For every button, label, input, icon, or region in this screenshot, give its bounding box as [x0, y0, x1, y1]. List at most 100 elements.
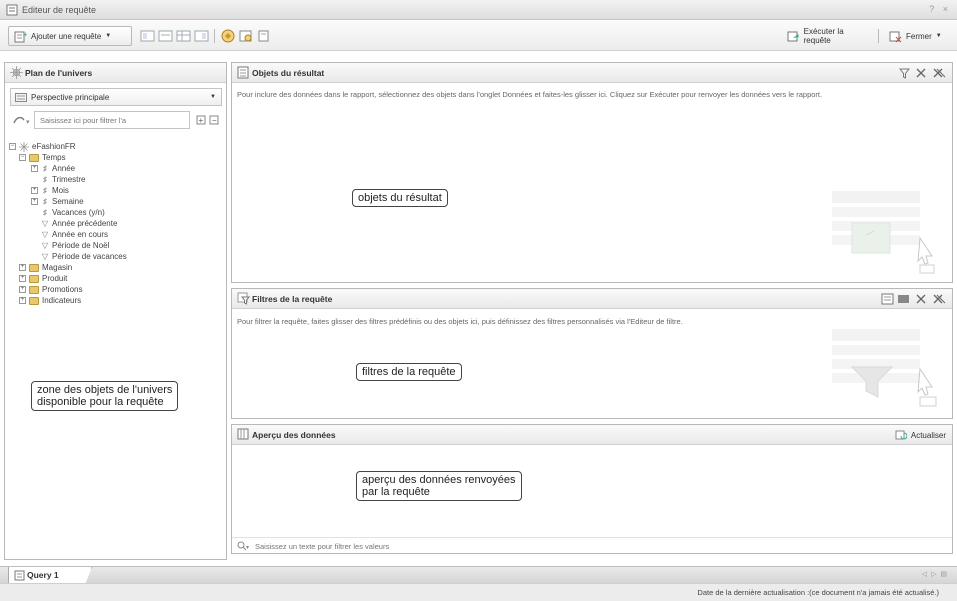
universe-filter-input[interactable] — [34, 111, 190, 129]
tree-item-annee[interactable]: + ♯ Année — [31, 163, 75, 174]
expand-toggle-icon[interactable]: + — [19, 264, 26, 271]
data-preview-panel: Aperçu des données Actualiser aperçu des… — [231, 424, 953, 554]
query-properties-icon[interactable] — [158, 28, 174, 44]
filter-options-icon[interactable]: ▾ — [12, 114, 32, 126]
query-filters-icon — [237, 292, 250, 305]
collapse-toggle-icon[interactable]: − — [19, 154, 26, 161]
universe-icon — [19, 141, 29, 152]
add-query-icon: + — [14, 30, 27, 42]
tree-item-semaine[interactable]: + ♯ Semaine — [31, 196, 84, 207]
svg-text:+: + — [23, 30, 27, 39]
tree-item-periode-vacances[interactable]: ▽ Période de vacances — [41, 251, 127, 262]
filters-panel-title: Filtres de la requête — [252, 294, 333, 304]
filter-drop-illustration — [832, 329, 937, 407]
filter-icon: ▽ — [41, 229, 49, 239]
dimension-icon: ♯ — [43, 185, 47, 195]
window-title: Editeur de requête — [22, 5, 97, 15]
folder-icon — [29, 263, 39, 272]
expand-toggle-icon[interactable]: + — [19, 286, 26, 293]
preview-panel-title: Aperçu des données — [252, 430, 336, 440]
tree-item-trimestre[interactable]: ♯ Trimestre — [41, 174, 85, 185]
query-settings-icon[interactable] — [238, 28, 254, 44]
view-script-icon[interactable] — [256, 28, 272, 44]
folder-icon — [29, 296, 39, 305]
add-query-button[interactable]: + Ajouter une requête ▼ — [8, 26, 132, 46]
tree-item-efashionfr[interactable]: − eFashionFR — [9, 141, 76, 152]
expand-toggle-icon[interactable]: + — [19, 275, 26, 282]
query-tab-icon — [14, 570, 25, 581]
toolbar-separator — [214, 29, 215, 43]
remove-all-icon[interactable] — [932, 293, 946, 305]
tree-item-annee-en-cours[interactable]: ▽ Année en cours — [41, 229, 108, 240]
tree-item-mois[interactable]: + ♯ Mois — [31, 185, 69, 196]
table-view-icon[interactable] — [176, 28, 192, 44]
data-preview-icon — [237, 428, 249, 440]
svg-text:+: + — [199, 116, 204, 125]
close-query-icon — [889, 31, 902, 42]
expand-toggle-icon[interactable]: + — [31, 198, 38, 205]
tree-item-annee-precedente[interactable]: ▽ Année précédente — [41, 218, 117, 229]
tree-item-magasin[interactable]: + Magasin — [19, 262, 72, 273]
universe-callout: zone des objets de l'univers disponible … — [31, 381, 179, 411]
tree-item-temps[interactable]: − Temps — [19, 152, 66, 163]
collapse-all-icon[interactable]: − — [209, 114, 221, 126]
tab-query-1[interactable]: Query 1 — [8, 567, 92, 584]
remove-icon[interactable] — [915, 293, 927, 305]
svg-text:−: − — [212, 116, 217, 125]
title-bar: Editeur de requête ? × — [0, 0, 957, 20]
preview-callout: aperçu des données renvoyées par la requ… — [356, 471, 522, 501]
tree-item-promotions[interactable]: + Promotions — [19, 284, 82, 295]
combined-query-icon[interactable] — [140, 28, 156, 44]
query-editor-icon — [6, 4, 18, 16]
expand-toggle-icon[interactable]: + — [31, 187, 38, 194]
tree-item-periode-noel[interactable]: ▽ Période de Noël — [41, 240, 109, 251]
chevron-down-icon: ▼ — [210, 94, 216, 100]
result-callout: objets du résultat — [352, 189, 448, 207]
toolbar: + Ajouter une requête ▼ Exécuter la requ… — [0, 21, 957, 51]
sql-icon[interactable] — [220, 28, 236, 44]
preview-panel-header: Aperçu des données Actualiser — [232, 425, 952, 445]
value-search-bar: ▾ — [232, 537, 952, 554]
query-filters-panel: Filtres de la requête Pour filtrer la re… — [231, 288, 953, 419]
filter-icon[interactable] — [899, 68, 910, 79]
last-refresh-status: Date de la dernière actualisation :(ce d… — [697, 588, 939, 597]
perspective-select[interactable]: Perspective principale ▼ — [10, 88, 222, 106]
expand-all-icon[interactable]: + — [196, 114, 208, 126]
collapse-toggle-icon[interactable]: − — [9, 143, 16, 150]
svg-text:▾: ▾ — [26, 119, 30, 126]
add-ranking-icon[interactable] — [897, 293, 910, 305]
expand-toggle-icon[interactable]: + — [19, 297, 26, 304]
filter-row: ▾ + − — [10, 111, 222, 129]
universe-panel-header: Plan de l'univers — [5, 63, 226, 83]
expand-toggle-icon[interactable]: + — [31, 165, 38, 172]
add-subquery-icon[interactable] — [881, 293, 894, 305]
universe-panel-title: Plan de l'univers — [25, 68, 93, 78]
drop-zone-illustration — [832, 191, 935, 274]
filter-icon: ▽ — [41, 251, 49, 261]
filter-icon: ▽ — [41, 218, 49, 228]
window-controls[interactable]: ? × — [929, 4, 951, 14]
perspective-value: Perspective principale — [31, 92, 110, 102]
tree-item-vacances[interactable]: ♯ Vacances (y/n) — [41, 207, 105, 218]
close-button[interactable]: Fermer ▼ — [884, 26, 954, 46]
dimension-icon: ♯ — [43, 174, 47, 184]
dimension-icon: ♯ — [43, 196, 47, 206]
filters-panel-header: Filtres de la requête — [232, 289, 952, 309]
result-objects-icon — [237, 66, 249, 79]
folder-open-icon — [29, 153, 39, 162]
universe-tree: − eFashionFR − Temps + ♯ Année ♯ Trimest… — [9, 141, 223, 351]
filters-callout: filtres de la requête — [356, 363, 462, 381]
search-icon[interactable]: ▾ — [237, 541, 251, 551]
remove-all-icon[interactable] — [932, 67, 946, 79]
tab-scroll-arrows[interactable]: ◁▷▤ — [922, 570, 951, 578]
run-query-button[interactable]: Exécuter la requête — [782, 26, 876, 46]
tree-item-indicateurs[interactable]: + Indicateurs — [19, 295, 81, 306]
remove-icon[interactable] — [915, 67, 927, 79]
refresh-icon — [895, 430, 907, 440]
result-panel-description: Pour inclure des données dans le rapport… — [237, 90, 823, 99]
value-search-input[interactable] — [255, 539, 855, 553]
folder-icon — [29, 274, 39, 283]
layout-view-icon[interactable] — [194, 28, 210, 44]
refresh-button[interactable]: Actualiser — [895, 429, 946, 441]
tree-item-produit[interactable]: + Produit — [19, 273, 67, 284]
